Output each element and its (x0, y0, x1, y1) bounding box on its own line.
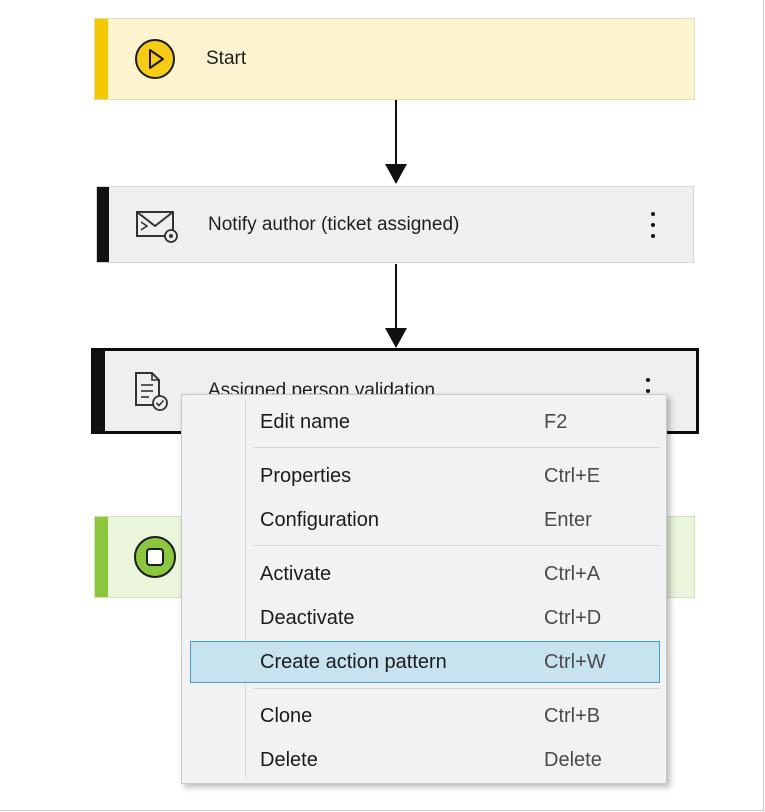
menu-separator (254, 447, 660, 448)
menu-item-label: Clone (260, 704, 313, 727)
node-accent-bar (97, 187, 109, 262)
menu-item-shortcut: Ctrl+A (544, 562, 601, 585)
menu-item-clone[interactable]: Clone Ctrl+B (190, 695, 660, 737)
arrow-head-icon (385, 328, 407, 348)
menu-item-shortcut: Ctrl+B (544, 704, 601, 727)
end-node-accent-bar (95, 517, 108, 597)
menu-separator (254, 688, 660, 689)
menu-item-shortcut: Ctrl+D (544, 606, 602, 629)
menu-item-label: Activate (260, 562, 332, 585)
more-options-icon[interactable] (643, 187, 663, 262)
menu-item-label: Delete (260, 748, 318, 771)
menu-item-shortcut: Delete (544, 748, 602, 771)
start-node[interactable]: Start (94, 18, 695, 100)
menu-item-label: Properties (260, 464, 352, 487)
menu-item-label: Deactivate (260, 606, 355, 629)
context-menu: Edit name F2 Properties Ctrl+E Configura… (181, 394, 667, 784)
menu-item-shortcut: Enter (544, 508, 592, 531)
connector-line (395, 100, 397, 166)
menu-item-activate[interactable]: Activate Ctrl+A (190, 553, 660, 595)
menu-separator (254, 545, 660, 546)
node-accent-bar (94, 351, 105, 431)
menu-item-shortcut: Ctrl+E (544, 464, 601, 487)
stop-icon (127, 517, 183, 597)
menu-item-delete[interactable]: Delete Delete (190, 739, 660, 781)
menu-item-configuration[interactable]: Configuration Enter (190, 499, 660, 541)
menu-item-shortcut: F2 (544, 410, 568, 433)
mail-settings-icon (129, 187, 185, 262)
menu-item-shortcut: Ctrl+W (544, 650, 606, 673)
arrow-head-icon (385, 164, 407, 184)
notify-author-node[interactable]: Notify author (ticket assigned) (96, 186, 694, 263)
menu-item-label: Configuration (260, 508, 379, 531)
menu-item-label: Edit name (260, 410, 351, 433)
start-node-label: Start (206, 48, 247, 69)
menu-item-edit-name[interactable]: Edit name F2 (190, 401, 660, 443)
menu-item-label: Create action pattern (260, 650, 447, 673)
menu-item-properties[interactable]: Properties Ctrl+E (190, 455, 660, 497)
notify-node-label: Notify author (ticket assigned) (208, 213, 460, 235)
document-check-icon (122, 351, 178, 431)
menu-item-create-action-pattern[interactable]: Create action pattern Ctrl+W (190, 641, 660, 683)
play-icon (127, 19, 183, 99)
start-node-accent-bar (95, 19, 108, 99)
connector-line (395, 264, 397, 330)
menu-item-deactivate[interactable]: Deactivate Ctrl+D (190, 597, 660, 639)
